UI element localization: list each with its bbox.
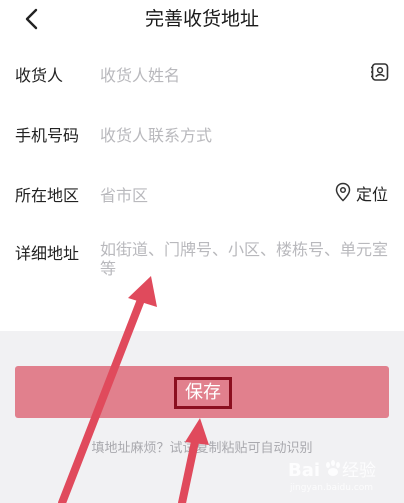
svg-text:Bai: Bai: [288, 460, 320, 481]
svg-text:经验: 经验: [342, 461, 376, 481]
annotation-arrow-save: [178, 418, 209, 503]
svg-text:jingyan.baidu.com: jingyan.baidu.com: [289, 483, 373, 493]
annotation-arrow-address: [58, 276, 157, 503]
annotation-arrows: [58, 276, 209, 503]
baidu-watermark-logo: Bai 经验 jingyan.baidu.com: [288, 460, 376, 493]
